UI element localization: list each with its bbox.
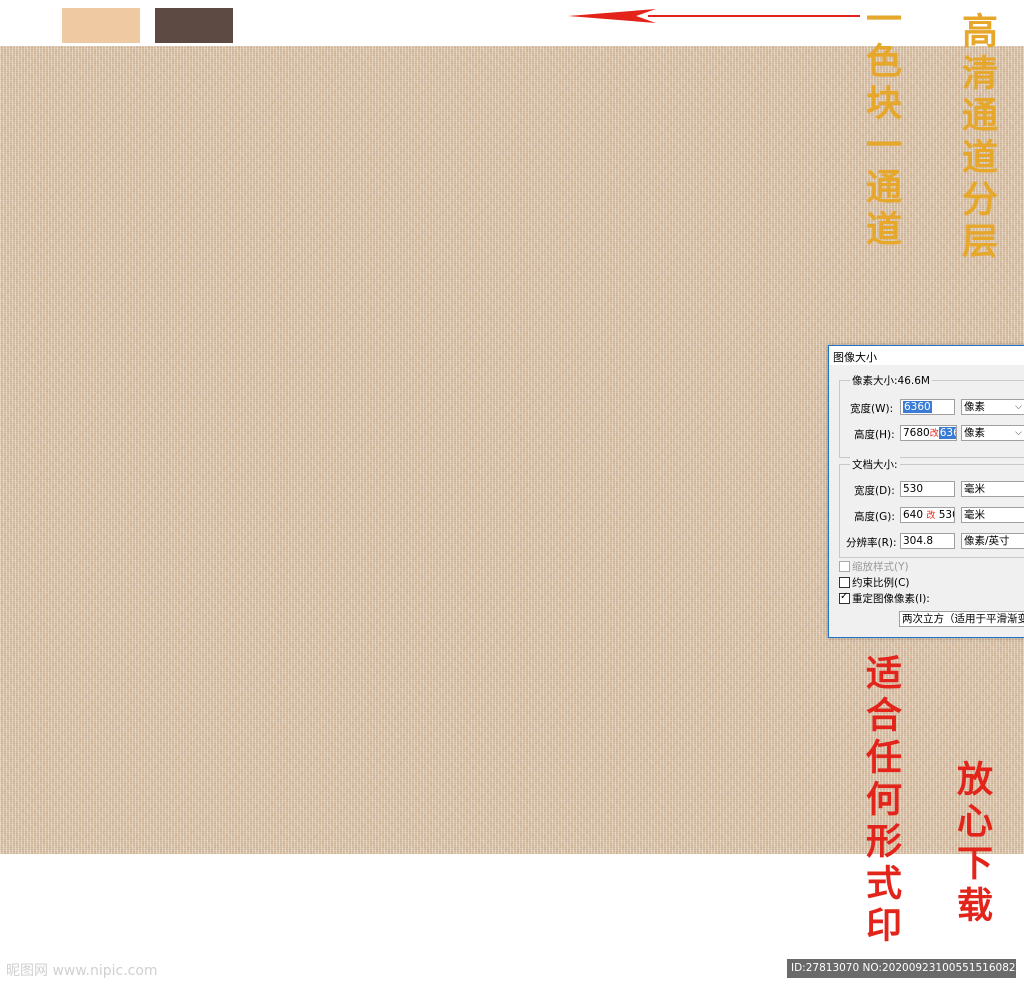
doc-height-input[interactable]: 640 改 530	[900, 507, 955, 523]
image-id-bar: ID:27813070 NO:20200923100551516082	[787, 959, 1016, 978]
pixel-dimensions-group: 像素大小:46.6M 宽度(W): 6360 像素 ⌵ 高度(H): 7680改6…	[839, 373, 1024, 458]
pixel-width-value: 6360	[903, 401, 932, 413]
resolution-unit-select[interactable]: 像素/英寸	[961, 533, 1024, 549]
pixel-width-unit-select[interactable]: 像素 ⌵	[961, 399, 1024, 415]
dialog-titlebar[interactable]: 图像大小	[829, 346, 1024, 365]
annotation-right-gold: 高清通道分层	[956, 12, 998, 264]
dialog-title: 图像大小	[833, 351, 877, 364]
document-size-legend: 文档大小:	[850, 457, 900, 472]
resample-method-select[interactable]: 两次立方（适用于平滑渐变	[899, 611, 1024, 627]
doc-width-unit-select[interactable]: 毫米	[961, 481, 1024, 497]
color-swatch-dark	[155, 8, 233, 43]
document-size-group: 文档大小: 宽度(D): 530 毫米 高度(G): 640 改 530 毫米 …	[839, 457, 1024, 558]
pixel-width-label: 宽度(W):	[850, 403, 894, 415]
doc-width-label: 宽度(D):	[854, 485, 895, 497]
resample-method-value: 两次立方（适用于平滑渐变	[902, 613, 1024, 625]
doc-height-change-mark: 改	[926, 511, 936, 521]
left-arrow-icon	[568, 9, 860, 23]
scale-styles-checkbox[interactable]	[839, 561, 850, 572]
pixel-height-old: 7680	[903, 427, 930, 439]
annotation-left-gold: 一色块一通道	[860, 0, 902, 252]
pixel-height-unit-select[interactable]: 像素 ⌵	[961, 425, 1024, 441]
resample-image-checkbox[interactable]: ✓	[839, 591, 850, 604]
constrain-proportions-label: 约束比例(C)	[852, 577, 910, 589]
doc-height-old: 640	[903, 509, 924, 521]
doc-height-label: 高度(G):	[854, 511, 895, 523]
pixel-width-input[interactable]: 6360	[900, 399, 955, 415]
resolution-input[interactable]: 304.8	[900, 533, 955, 549]
annotation-left-red: 适合任何形式印	[860, 654, 902, 948]
doc-width-value: 530	[903, 483, 924, 495]
annotation-right-red: 放心下载	[951, 760, 993, 928]
pixel-dimensions-legend: 像素大小:46.6M	[850, 373, 932, 388]
checkmark-icon: ✓	[840, 591, 849, 602]
resolution-value: 304.8	[903, 535, 934, 547]
pixel-height-label: 高度(H):	[854, 429, 895, 441]
resample-image-label: 重定图像像素(I):	[852, 593, 930, 605]
pixel-height-input[interactable]: 7680改6360	[900, 425, 957, 441]
color-swatch-light	[62, 8, 140, 43]
pixel-height-value: 6360	[938, 427, 956, 439]
pixel-width-unit: 像素	[964, 401, 985, 413]
doc-height-unit: 毫米	[964, 509, 985, 521]
pixel-height-change-mark: 改	[929, 429, 939, 439]
doc-height-unit-select[interactable]: 毫米	[961, 507, 1024, 523]
scale-styles-label: 缩放样式(Y)	[852, 561, 909, 573]
resolution-label: 分辨率(R):	[846, 537, 897, 549]
constrain-proportions-checkbox[interactable]	[839, 577, 850, 588]
chevron-down-icon: ⌵	[1015, 402, 1022, 412]
doc-height-value: 530	[938, 509, 954, 521]
resolution-unit: 像素/英寸	[964, 535, 1010, 547]
site-watermark: 昵图网 www.nipic.com	[6, 963, 158, 979]
chevron-down-icon: ⌵	[1015, 428, 1022, 438]
pixel-height-unit: 像素	[964, 427, 985, 439]
image-size-dialog: 图像大小 像素大小:46.6M 宽度(W): 6360 像素 ⌵ 高度(H): 7…	[828, 345, 1024, 638]
doc-width-unit: 毫米	[964, 483, 985, 495]
doc-width-input[interactable]: 530	[900, 481, 955, 497]
